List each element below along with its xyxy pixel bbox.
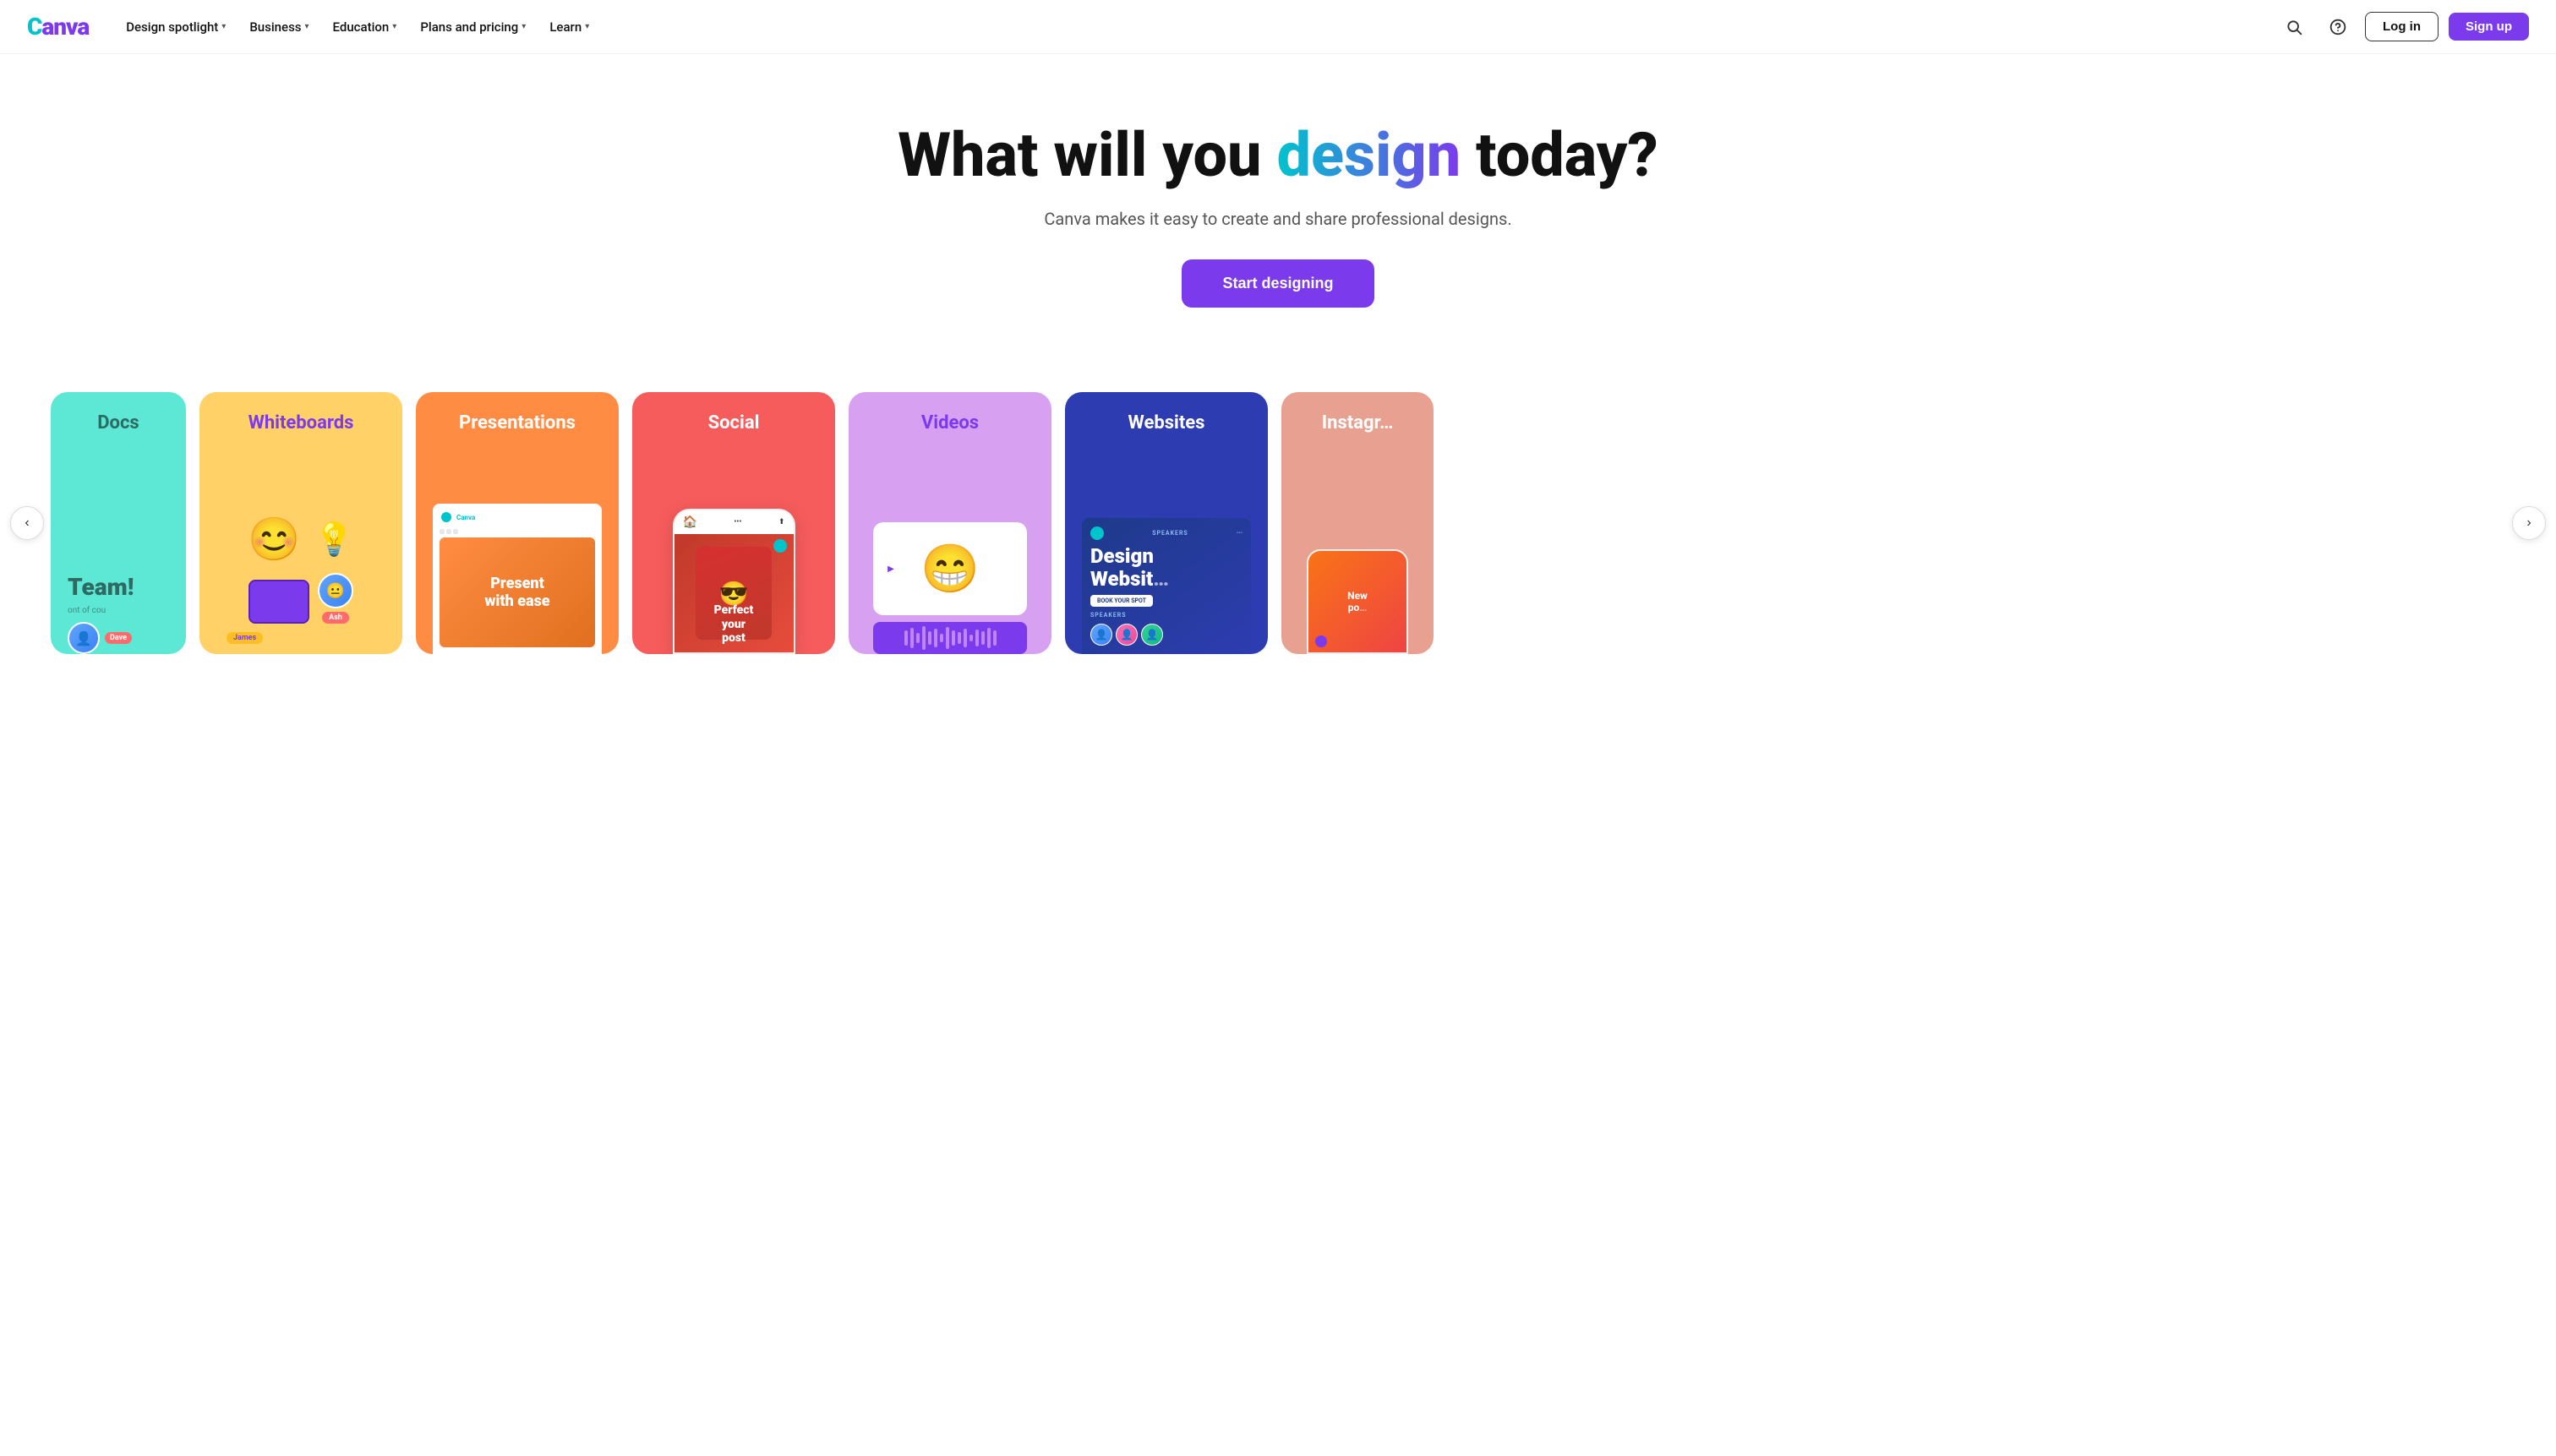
nav-item-design-spotlight[interactable]: Design spotlight ▾ xyxy=(116,13,236,41)
card-docs-image: Team! ont of cou 👤 Dave xyxy=(68,447,169,654)
login-button[interactable]: Log in xyxy=(2365,12,2439,41)
hero-subtitle: Canva makes it easy to create and share … xyxy=(17,209,2539,229)
card-whiteboards-image: 😊 💡 😐 Ash James xyxy=(216,447,385,654)
nav-label-business: Business xyxy=(249,19,301,35)
card-social-title: Social xyxy=(708,412,760,434)
nav-item-learn[interactable]: Learn ▾ xyxy=(539,13,599,41)
hero-title-highlight: design xyxy=(1276,119,1461,191)
hero-title-part1: What will you xyxy=(898,119,1276,191)
card-whiteboards[interactable]: Whiteboards 😊 💡 😐 Ash xyxy=(199,392,402,654)
card-instagram-title: Instagr… xyxy=(1322,412,1394,434)
presentations-slide-text: Presentwith ease xyxy=(484,575,549,611)
nav-label-learn: Learn xyxy=(549,19,582,35)
chevron-down-icon: ▾ xyxy=(522,22,526,31)
nav-item-education[interactable]: Education ▾ xyxy=(323,13,407,41)
nav-item-plans-pricing[interactable]: Plans and pricing ▾ xyxy=(410,13,536,41)
navbar: Canva Design spotlight ▾ Business ▾ Educ… xyxy=(0,0,2556,54)
nav-label-plans-pricing: Plans and pricing xyxy=(420,19,518,35)
chevron-down-icon: ▾ xyxy=(392,22,396,31)
card-videos-image: 😁 ▶ xyxy=(866,447,1035,654)
hero-section: What will you design today? Canva makes … xyxy=(0,54,2556,358)
card-presentations[interactable]: Presentations Canva xyxy=(416,392,619,654)
chevron-left-icon: ‹ xyxy=(25,515,29,531)
carousel-container: ‹ Docs Team! ont of cou 👤 Dave xyxy=(0,392,2556,654)
card-websites-title: Websites xyxy=(1128,412,1205,434)
card-websites-image: SPEAKERS ••• DesignWebsit… BOOK YOUR SPO… xyxy=(1082,447,1251,654)
nav-actions: Log in Sign up xyxy=(2277,10,2529,44)
card-instagram-image: Newpo… xyxy=(1298,447,1417,654)
card-docs[interactable]: Docs Team! ont of cou 👤 Dave xyxy=(51,392,186,654)
carousel-prev-button[interactable]: ‹ xyxy=(10,506,44,540)
card-presentations-image: Canva Presentwith ease xyxy=(433,447,602,654)
carousel-section: ‹ Docs Team! ont of cou 👤 Dave xyxy=(0,358,2556,705)
card-instagram[interactable]: Instagr… Newpo… xyxy=(1281,392,1434,654)
search-icon xyxy=(2286,19,2302,35)
search-button[interactable] xyxy=(2277,10,2311,44)
nav-label-design-spotlight: Design spotlight xyxy=(126,19,218,35)
nav-links: Design spotlight ▾ Business ▾ Education … xyxy=(116,13,2277,41)
card-videos-title: Videos xyxy=(921,412,979,434)
carousel-track: Docs Team! ont of cou 👤 Dave Whiteboards xyxy=(51,392,2505,654)
card-social-image: 🏠 ••• ⬆ 😎 Perfec xyxy=(649,447,818,654)
logo[interactable]: Canva xyxy=(27,13,89,41)
help-button[interactable] xyxy=(2321,10,2355,44)
help-icon xyxy=(2329,19,2346,35)
card-websites[interactable]: Websites SPEAKERS ••• DesignWebsit… BOOK… xyxy=(1065,392,1268,654)
websites-btn[interactable]: BOOK YOUR SPOT xyxy=(1090,595,1153,607)
card-docs-title: Docs xyxy=(97,412,139,434)
start-designing-button[interactable]: Start designing xyxy=(1182,259,1374,308)
card-whiteboards-title: Whiteboards xyxy=(248,412,354,434)
card-social[interactable]: Social 🏠 ••• ⬆ 😎 xyxy=(632,392,835,654)
websites-title: DesignWebsit… xyxy=(1090,545,1242,590)
chevron-right-icon: › xyxy=(2526,515,2531,531)
card-presentations-title: Presentations xyxy=(459,412,576,434)
card-videos[interactable]: Videos 😁 ▶ xyxy=(849,392,1051,654)
carousel-next-button[interactable]: › xyxy=(2512,506,2546,540)
signup-button[interactable]: Sign up xyxy=(2449,13,2529,41)
chevron-down-icon: ▾ xyxy=(305,22,309,31)
social-phone-text: Perfectyourpost xyxy=(674,603,794,646)
chevron-down-icon: ▾ xyxy=(221,22,226,31)
websites-speakers-label: SPEAKERS xyxy=(1090,612,1242,619)
hero-title-part2: today? xyxy=(1461,119,1658,191)
nav-label-education: Education xyxy=(333,19,390,35)
nav-item-business[interactable]: Business ▾ xyxy=(239,13,319,41)
hero-title: What will you design today? xyxy=(17,122,2539,188)
chevron-down-icon: ▾ xyxy=(585,22,589,31)
